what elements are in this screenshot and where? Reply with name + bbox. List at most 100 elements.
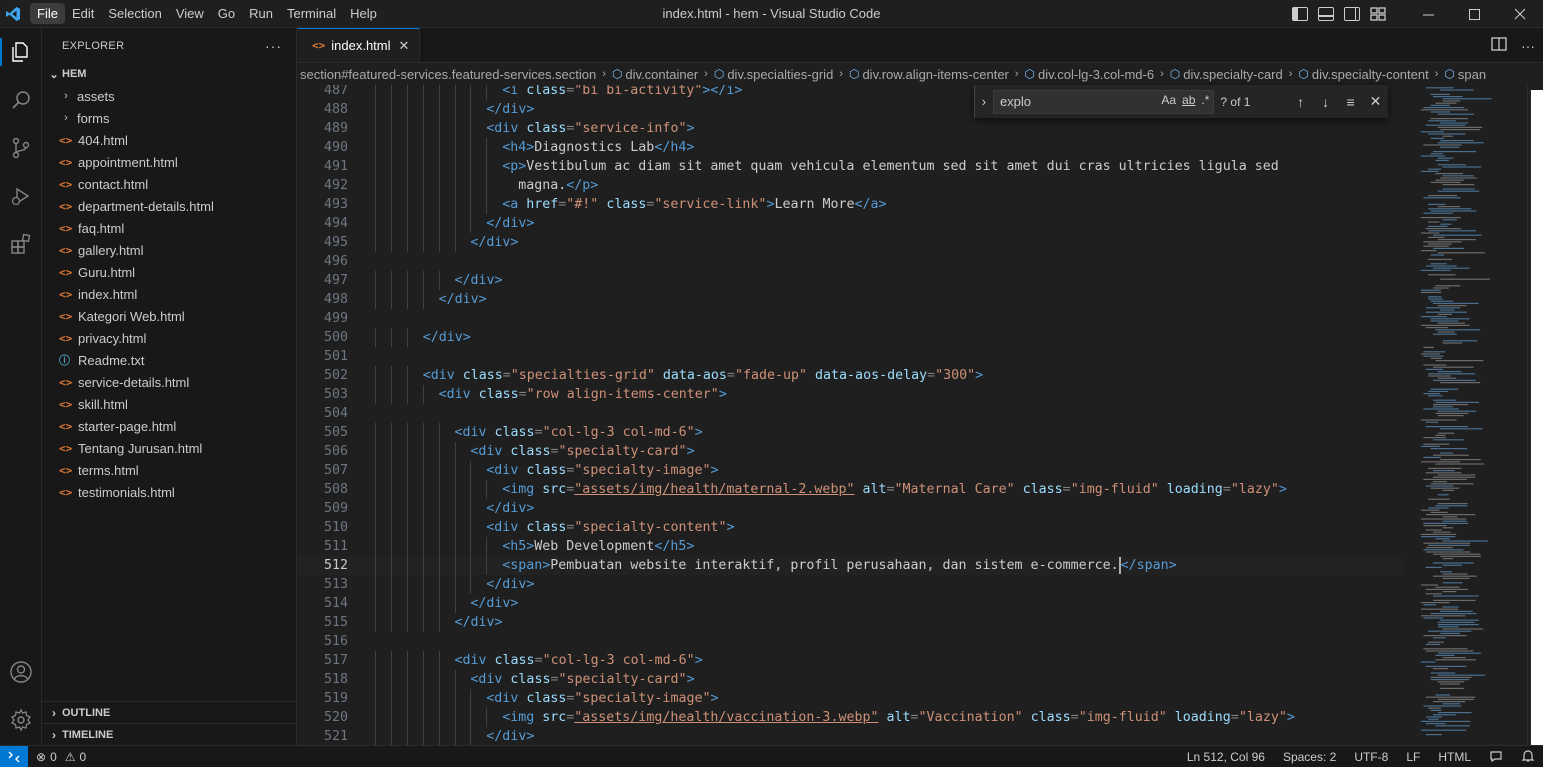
error-icon: ⊗ <box>36 749 47 764</box>
file-item[interactable]: <> starter-page.html <box>42 415 296 437</box>
file-item[interactable]: <> testimonials.html <box>42 481 296 503</box>
find-in-selection-icon[interactable]: ≡ <box>1338 94 1363 110</box>
minimap-line <box>1440 382 1481 384</box>
file-item[interactable]: <> gallery.html <box>42 239 296 261</box>
remote-indicator-icon[interactable] <box>0 745 28 767</box>
menu-selection[interactable]: Selection <box>101 3 168 24</box>
match-case-toggle[interactable]: Aa <box>1161 93 1176 107</box>
more-actions-icon[interactable]: ··· <box>1521 38 1535 54</box>
file-item[interactable]: <> department-details.html <box>42 195 296 217</box>
minimap-line <box>1428 274 1456 276</box>
menu-view[interactable]: View <box>169 3 211 24</box>
minimap-line <box>1440 610 1473 612</box>
run-debug-icon[interactable] <box>0 172 42 220</box>
menu-help[interactable]: Help <box>343 3 384 24</box>
folder-forms[interactable]: › forms <box>42 107 296 129</box>
file-item[interactable]: <> privacy.html <box>42 327 296 349</box>
minimap-line <box>1437 157 1454 159</box>
cursor-position[interactable]: Ln 512, Col 96 <box>1187 750 1265 764</box>
timeline-section[interactable]: › TIMELINE <box>42 723 297 745</box>
split-editor-icon[interactable] <box>1491 37 1507 54</box>
menu-run[interactable]: Run <box>242 3 280 24</box>
file-item[interactable]: <> faq.html <box>42 217 296 239</box>
breadcrumb-item[interactable]: section#featured-services.featured-servi… <box>300 67 596 82</box>
file-item[interactable]: <> 404.html <box>42 129 296 151</box>
file-item[interactable]: <> contact.html <box>42 173 296 195</box>
breadcrumb-item[interactable]: div.col-lg-3.col-md-6 <box>1038 67 1154 82</box>
code-text: </div> <box>470 233 518 252</box>
minimize-button[interactable] <box>1405 0 1451 28</box>
extensions-icon[interactable] <box>0 220 42 268</box>
close-window-button[interactable] <box>1497 0 1543 28</box>
breadcrumb-separator-icon: › <box>602 68 606 80</box>
breadcrumb-item[interactable]: div.specialty-content <box>1312 67 1429 82</box>
source-control-icon[interactable] <box>0 124 42 172</box>
more-actions-icon[interactable]: ··· <box>265 38 282 54</box>
file-item[interactable]: <> appointment.html <box>42 151 296 173</box>
indent-guide <box>406 499 408 518</box>
token-url[interactable]: "assets/img/health/maternal-2.webp" <box>574 482 854 497</box>
token-str: "specialty-card" <box>558 672 687 687</box>
explorer-icon[interactable] <box>0 28 42 76</box>
line-number: 495 <box>323 235 348 250</box>
search-icon[interactable] <box>0 76 42 124</box>
file-item[interactable]: <> skill.html <box>42 393 296 415</box>
breadcrumb-item[interactable]: div.row.align-items-center <box>862 67 1008 82</box>
outline-section[interactable]: › OUTLINE <box>42 701 297 723</box>
file-item[interactable]: <> terms.html <box>42 459 296 481</box>
notifications-bell-icon[interactable] <box>1521 749 1535 766</box>
menu-file[interactable]: File <box>30 3 65 24</box>
minimap[interactable] <box>1403 85 1527 745</box>
file-item[interactable]: <> Kategori Web.html <box>42 305 296 327</box>
indent-guide <box>375 594 376 613</box>
toggle-panel-icon[interactable] <box>1318 7 1334 21</box>
feedback-icon[interactable] <box>1489 749 1503 766</box>
breadcrumb-item[interactable]: span <box>1458 67 1486 82</box>
regex-toggle[interactable]: .* <box>1201 93 1209 107</box>
breadcrumb-item[interactable]: div.specialties-grid <box>727 67 833 82</box>
toggle-secondary-sidebar-icon[interactable] <box>1344 7 1360 21</box>
breadcrumb-item[interactable]: div.container <box>625 67 698 82</box>
file-item[interactable]: <> Guru.html <box>42 261 296 283</box>
file-item[interactable]: <> index.html <box>42 283 296 305</box>
breadcrumb-item[interactable]: div.specialty-card <box>1183 67 1282 82</box>
find-input[interactable] <box>999 94 1150 109</box>
language-mode[interactable]: HTML <box>1438 750 1471 764</box>
previous-match-icon[interactable]: ↑ <box>1288 94 1313 110</box>
end-of-line[interactable]: LF <box>1406 750 1420 764</box>
tab-index-html[interactable]: <> index.html ✕ <box>298 28 421 62</box>
menu-go[interactable]: Go <box>211 3 242 24</box>
chevron-right-icon: › <box>64 112 68 124</box>
code-editor[interactable]: 487 <i class="bi bi-activity"></i> 488 </di… <box>298 85 1403 745</box>
activity-bar <box>0 28 42 745</box>
toggle-primary-sidebar-icon[interactable] <box>1292 7 1308 21</box>
close-tab-icon[interactable]: ✕ <box>399 38 410 54</box>
code-text: <div class="specialties-grid" data-aos="… <box>423 366 983 385</box>
accounts-icon[interactable] <box>0 648 42 696</box>
minimap-line <box>1421 584 1438 586</box>
indent-guide <box>375 651 376 670</box>
manage-gear-icon[interactable] <box>0 696 42 744</box>
problems-indicator[interactable]: ⊗ 0 ⚠ 0 <box>36 750 86 764</box>
maximize-button[interactable] <box>1451 0 1497 28</box>
whole-word-toggle[interactable]: ab <box>1182 93 1195 107</box>
indent-guide <box>406 708 408 727</box>
indent-guide <box>470 727 472 745</box>
indentation[interactable]: Spaces: 2 <box>1283 750 1336 764</box>
token-tag: > <box>718 387 727 402</box>
customize-layout-icon[interactable] <box>1370 7 1386 21</box>
file-item[interactable]: ⓘ Readme.txt <box>42 349 296 371</box>
token-url[interactable]: "assets/img/health/vaccination-3.webp" <box>574 710 878 725</box>
file-item[interactable]: <> Tentang Jurusan.html <box>42 437 296 459</box>
close-find-icon[interactable]: ✕ <box>1363 93 1388 110</box>
file-item[interactable]: <> service-details.html <box>42 371 296 393</box>
minimap-line <box>1421 353 1441 355</box>
folder-assets[interactable]: › assets <box>42 85 296 107</box>
encoding[interactable]: UTF-8 <box>1354 750 1388 764</box>
workspace-root[interactable]: ⌄ HEM <box>42 63 296 85</box>
menu-terminal[interactable]: Terminal <box>280 3 343 24</box>
menu-edit[interactable]: Edit <box>65 3 101 24</box>
next-match-icon[interactable]: ↓ <box>1313 94 1338 110</box>
toggle-replace-icon[interactable]: › <box>975 94 993 109</box>
